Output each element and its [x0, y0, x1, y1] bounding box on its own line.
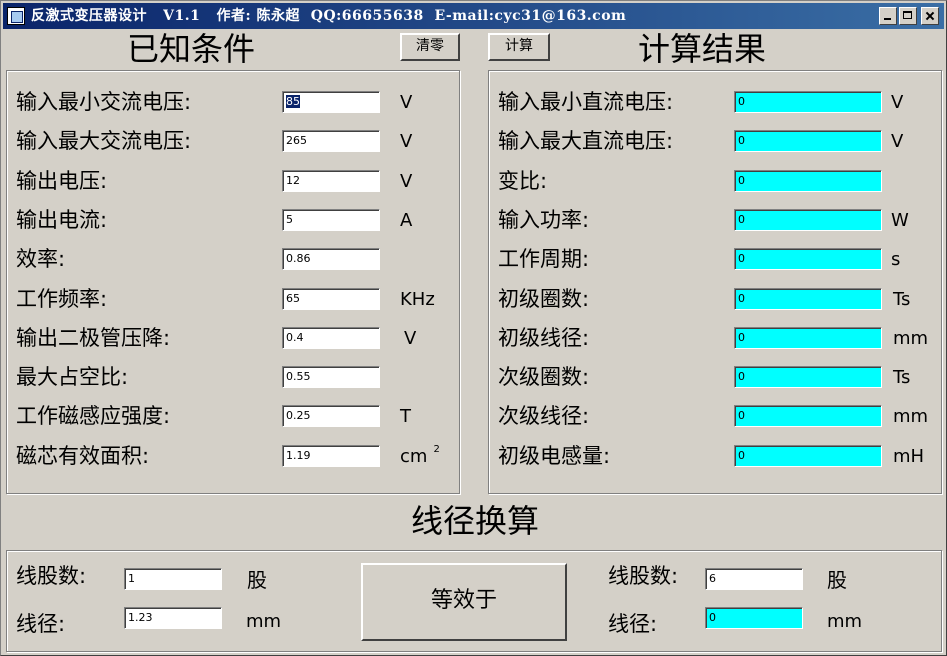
known-row-label: 效率:	[16, 247, 66, 272]
minimize-button[interactable]	[879, 7, 897, 25]
right-diameter-label: 线径:	[608, 612, 658, 636]
left-strands-unit: 股	[247, 568, 267, 592]
result-row-label: 工作周期:	[498, 247, 590, 272]
result-row-unit: mH	[893, 445, 925, 467]
result-row-label: 次级圈数:	[498, 365, 590, 390]
known-row-label: 最大占空比:	[16, 365, 129, 390]
result-row-output: 0	[734, 169, 882, 192]
known-row-input[interactable]: 0.4	[282, 326, 380, 349]
known-row-unit: V	[404, 327, 417, 349]
known-row-label: 磁芯有效面积:	[16, 443, 150, 468]
known-row-unit: A	[400, 209, 413, 231]
maximize-button[interactable]	[899, 7, 917, 25]
window-title: 反激式变压器设计 V1.1 作者: 陈永超 QQ:66655638 E-mail…	[31, 8, 627, 24]
clear-button[interactable]: 清零	[400, 33, 460, 61]
wire-heading: 线径换算	[411, 502, 540, 540]
known-row-label: 工作磁感应强度:	[16, 404, 171, 429]
known-row-label: 输出电压:	[16, 168, 108, 193]
result-row-label: 输入功率:	[498, 207, 590, 232]
known-row-input[interactable]: 65	[282, 287, 380, 310]
result-row-unit: mm	[893, 406, 929, 428]
known-row-unit: V	[400, 170, 413, 192]
result-row-output: 0	[734, 287, 882, 310]
result-row-output: 0	[734, 366, 882, 389]
app-icon[interactable]	[7, 7, 25, 25]
result-row-unit: V	[891, 131, 904, 153]
result-row-label: 初级线径:	[498, 325, 590, 350]
result-row-output: 0	[734, 248, 882, 271]
result-row-output: 0	[734, 91, 882, 113]
known-row-input[interactable]: 265	[282, 130, 380, 153]
known-row-label: 输出二极管压降:	[16, 325, 171, 350]
result-row-label: 输入最小直流电压:	[498, 90, 674, 114]
right-strands-label: 线股数:	[608, 564, 679, 588]
known-row-label: 工作频率:	[16, 286, 108, 311]
result-row-output: 0	[734, 208, 882, 231]
known-row-unit: V	[400, 131, 413, 153]
right-strands-input[interactable]: 6	[705, 568, 803, 590]
known-row-label: 输入最小交流电压:	[16, 90, 192, 114]
known-row-input[interactable]: 1.19	[282, 444, 380, 467]
result-row-label: 初级电感量:	[498, 443, 611, 468]
calculate-button[interactable]: 计算	[488, 33, 550, 61]
right-strands-unit: 股	[827, 568, 847, 592]
left-diameter-unit: mm	[246, 611, 282, 632]
known-row-input[interactable]: 12	[282, 169, 380, 192]
result-row-label: 次级线径:	[498, 404, 590, 429]
result-row-output: 0	[734, 130, 882, 153]
known-row-unit: cm 2	[400, 443, 440, 467]
known-row-label: 输出电流:	[16, 207, 108, 232]
result-row-unit: W	[891, 209, 909, 231]
left-diameter-label: 线径:	[16, 612, 66, 636]
right-diameter-output: 0	[705, 607, 803, 629]
left-strands-input[interactable]: 1	[124, 568, 222, 590]
known-row-unit: V	[400, 92, 413, 113]
results-heading: 计算结果	[638, 30, 767, 68]
result-row-unit: Ts	[893, 288, 911, 310]
known-heading: 已知条件	[127, 30, 256, 68]
right-diameter-unit: mm	[827, 611, 863, 632]
result-row-output: 0	[734, 405, 882, 428]
known-row-input[interactable]: 0.55	[282, 366, 380, 389]
result-row-unit: V	[891, 92, 904, 113]
left-diameter-input[interactable]: 1.23	[124, 607, 222, 629]
left-strands-label: 线股数:	[16, 564, 87, 588]
known-row-unit: KHz	[400, 288, 435, 310]
result-row-output: 0	[734, 326, 882, 349]
result-row-label: 变比:	[498, 168, 548, 193]
result-row-label: 输入最大直流电压:	[498, 129, 674, 154]
known-row-input[interactable]: 0.86	[282, 248, 380, 271]
known-row-input[interactable]: 5	[282, 208, 380, 231]
result-row-unit: mm	[893, 327, 929, 349]
result-row-output: 0	[734, 444, 882, 467]
known-row-label: 输入最大交流电压:	[16, 129, 192, 154]
result-row-unit: s	[891, 249, 901, 271]
title-bar[interactable]: 反激式变压器设计 V1.1 作者: 陈永超 QQ:66655638 E-mail…	[3, 3, 944, 29]
close-button[interactable]	[921, 7, 939, 25]
known-row-input[interactable]: 85	[282, 91, 380, 113]
main-window: 反激式变压器设计 V1.1 作者: 陈永超 QQ:66655638 E-mail…	[0, 0, 947, 656]
known-row-input[interactable]: 0.25	[282, 405, 380, 428]
known-row-unit-superscript: 2	[433, 443, 440, 455]
result-row-label: 初级圈数:	[498, 286, 590, 311]
result-row-unit: Ts	[893, 367, 911, 389]
equivalent-button[interactable]: 等效于	[361, 563, 567, 641]
known-row-unit: T	[400, 406, 411, 428]
